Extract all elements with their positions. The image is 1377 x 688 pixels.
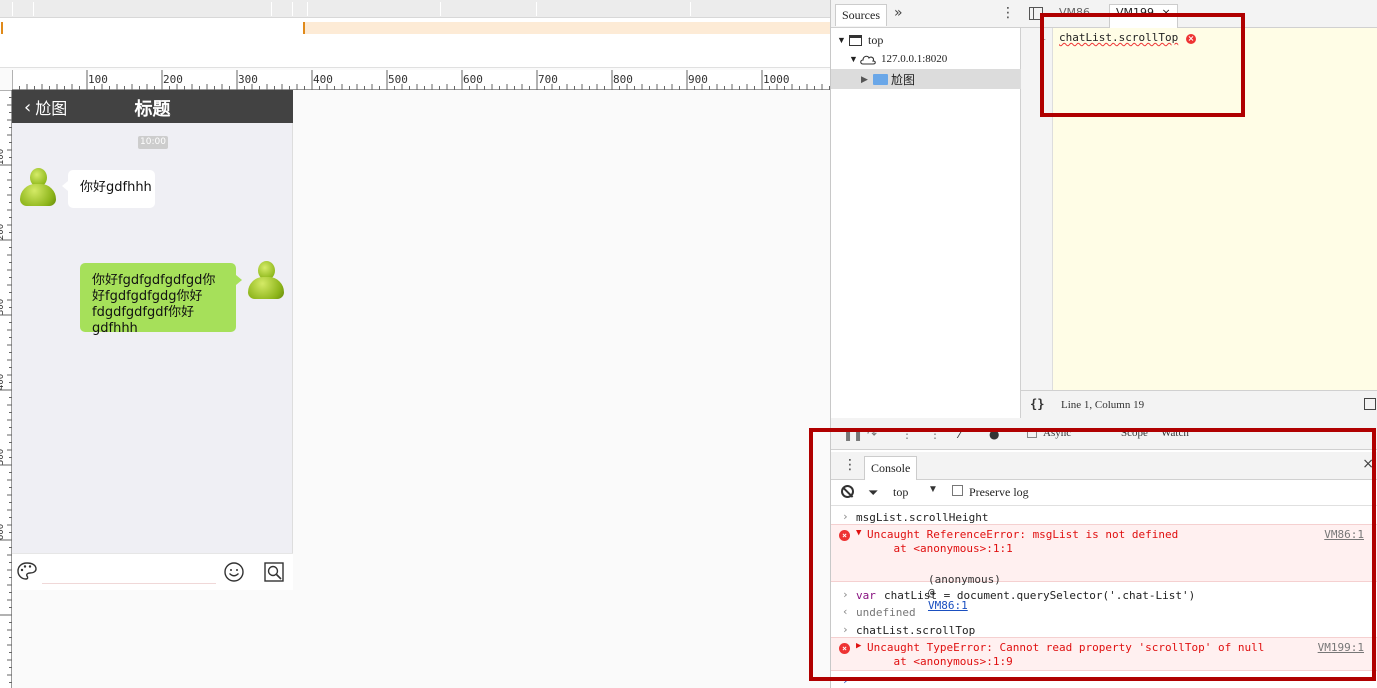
cursor-position: Line 1, Column 19 [1061, 399, 1145, 411]
ruler-label: 600 [0, 523, 7, 541]
timeline-band [305, 22, 830, 34]
chat-header: ‹ 尬图 标题 [12, 90, 293, 123]
timeline-overview [0, 0, 830, 18]
timeline-marker [303, 22, 305, 34]
ruler-label: 900 [688, 73, 708, 86]
ruler-label: 700 [538, 73, 558, 86]
file-navigator: ▼ top ▼ 127.0.0.1:8020 ▶ 尬图 [831, 28, 1021, 418]
kebab-menu-icon[interactable]: ⋮ [1001, 5, 1015, 21]
tree-item-folder[interactable]: ▶ 尬图 [831, 69, 1021, 89]
tab-sources[interactable]: Sources [835, 4, 887, 26]
palette-icon[interactable] [16, 561, 38, 581]
ruler-label: 200 [0, 223, 7, 241]
vertical-ruler: 100 200 300 400 500 600 [0, 90, 12, 688]
image-search-icon[interactable] [263, 561, 285, 583]
ruler-label: 300 [238, 73, 258, 86]
editor-status-bar: {} Line 1, Column 19 [1021, 390, 1377, 418]
incoming-message: 你好gdfhhh [62, 170, 155, 208]
message-input[interactable] [42, 559, 216, 583]
timeline-segment [307, 2, 308, 16]
expand-arrow-icon[interactable]: ▶ [861, 74, 868, 85]
outgoing-message: 你好fgdfgdfgdfgd你好fgdfgdfgdg你好fdgdfgdfgdf你… [80, 263, 242, 336]
navigator-header: Sources » ⋮ [831, 0, 1021, 28]
timeline-segment [440, 2, 441, 16]
ruler-label: 800 [613, 73, 633, 86]
tree-label: top [868, 32, 884, 47]
chat-title: 标题 [134, 99, 171, 120]
timeline-segment [271, 2, 272, 16]
ruler-label: 100 [0, 148, 7, 166]
cloud-icon [860, 55, 876, 65]
pretty-print-button[interactable]: {} [1030, 397, 1044, 411]
tree-label: 127.0.0.1:8020 [881, 53, 948, 65]
timeline-segment [33, 2, 34, 16]
ruler-label: 400 [313, 73, 333, 86]
ruler-label: 300 [0, 298, 7, 316]
ruler-label: 1000 [763, 73, 790, 86]
timeline-segment [690, 2, 691, 16]
emoji-icon[interactable] [223, 561, 245, 583]
horizontal-ruler: 100 200 300 400 500 600 700 800 900 1000 [12, 70, 830, 90]
timestamp-badge: 10:00 [138, 136, 168, 149]
timeline-marker [1, 22, 3, 34]
ruler-label: 600 [463, 73, 483, 86]
tree-label: 尬图 [891, 72, 916, 87]
highlight-box-console [809, 428, 1376, 681]
more-tabs-button[interactable]: » [894, 5, 903, 21]
folder-icon [873, 74, 888, 85]
tree-item-top[interactable]: ▼ top [831, 30, 1021, 50]
expand-arrow-icon[interactable]: ▼ [837, 35, 846, 45]
chat-input-bar [12, 553, 293, 590]
avatar-incoming [19, 168, 57, 208]
page-viewport: 100 200 300 400 500 600 700 800 900 1000… [0, 0, 830, 688]
ruler-label: 100 [88, 73, 108, 86]
timeline-segment [536, 2, 537, 16]
tree-item-host[interactable]: ▼ 127.0.0.1:8020 [831, 49, 1021, 69]
mobile-chat-preview: ‹ 尬图 标题 10:00 你好gdfhhh 你好fgdfgdfgdfgd你好f… [12, 90, 293, 590]
ruler-label: 400 [0, 373, 7, 391]
toggle-debugger-icon[interactable] [1364, 398, 1376, 410]
timeline-segment [12, 2, 13, 16]
avatar-outgoing [247, 261, 285, 301]
timeline-segment [292, 2, 293, 16]
ruler-label: 200 [163, 73, 183, 86]
expand-arrow-icon[interactable]: ▼ [849, 54, 858, 64]
ruler-label: 500 [0, 448, 7, 466]
frame-icon [849, 35, 862, 46]
timeline-track [0, 18, 830, 68]
highlight-box-editor [1040, 13, 1245, 117]
ruler-label: 500 [388, 73, 408, 86]
